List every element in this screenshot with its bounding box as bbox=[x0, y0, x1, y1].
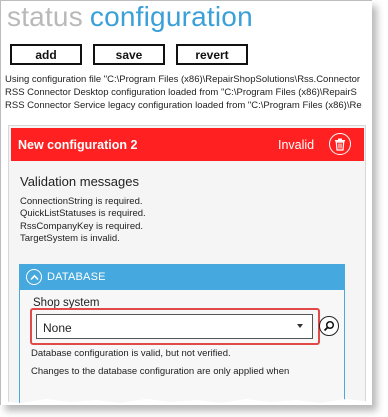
window: status configuration add save revert Usi… bbox=[0, 0, 372, 405]
database-note-text: Changes to the database configuration ar… bbox=[31, 366, 290, 377]
database-section-header[interactable]: DATABASE bbox=[20, 265, 344, 290]
add-button[interactable]: add bbox=[10, 44, 82, 65]
save-button[interactable]: save bbox=[93, 44, 165, 65]
status-badge: Invalid bbox=[278, 138, 315, 152]
revert-button[interactable]: revert bbox=[176, 44, 248, 65]
validation-title: Validation messages bbox=[20, 174, 139, 189]
validation-message: RssCompanyKey is required. bbox=[20, 220, 144, 232]
log-line: Using configuration file "C:\Program Fil… bbox=[5, 74, 361, 85]
validation-message: QuickListStatuses is required. bbox=[20, 208, 146, 220]
chevron-up-icon[interactable] bbox=[26, 269, 42, 285]
log-line: RSS Connector Service legacy configurati… bbox=[5, 100, 362, 111]
search-button[interactable] bbox=[319, 316, 339, 336]
toolbar: add save revert bbox=[10, 44, 248, 65]
configuration-title: New configuration 2 bbox=[18, 138, 138, 152]
database-status-text: Database configuration is valid, but not… bbox=[31, 348, 231, 359]
shop-system-value: None bbox=[43, 321, 72, 335]
search-icon bbox=[323, 320, 335, 332]
shop-system-select[interactable]: None bbox=[36, 314, 313, 339]
database-section-title: DATABASE bbox=[47, 271, 106, 283]
log-line: RSS Connector Desktop configuration load… bbox=[5, 87, 357, 98]
title-status: status bbox=[7, 1, 83, 32]
validation-messages: ConnectionString is required. QuickListS… bbox=[20, 196, 146, 245]
trash-icon bbox=[335, 138, 345, 151]
page-title: status configuration bbox=[7, 1, 253, 39]
title-configuration: configuration bbox=[89, 1, 253, 32]
configuration-header[interactable]: New configuration 2 Invalid bbox=[11, 128, 364, 161]
validation-message: TargetSystem is invalid. bbox=[20, 232, 120, 244]
configuration-panel: New configuration 2 Invalid Validation m… bbox=[8, 125, 366, 405]
delete-configuration-button[interactable] bbox=[329, 133, 351, 155]
dropdown-arrow-icon bbox=[297, 324, 303, 328]
log-output: Using configuration file "C:\Program Fil… bbox=[5, 73, 369, 112]
database-section: DATABASE Shop system None Database confi… bbox=[19, 264, 345, 405]
validation-message: ConnectionString is required. bbox=[20, 196, 143, 207]
